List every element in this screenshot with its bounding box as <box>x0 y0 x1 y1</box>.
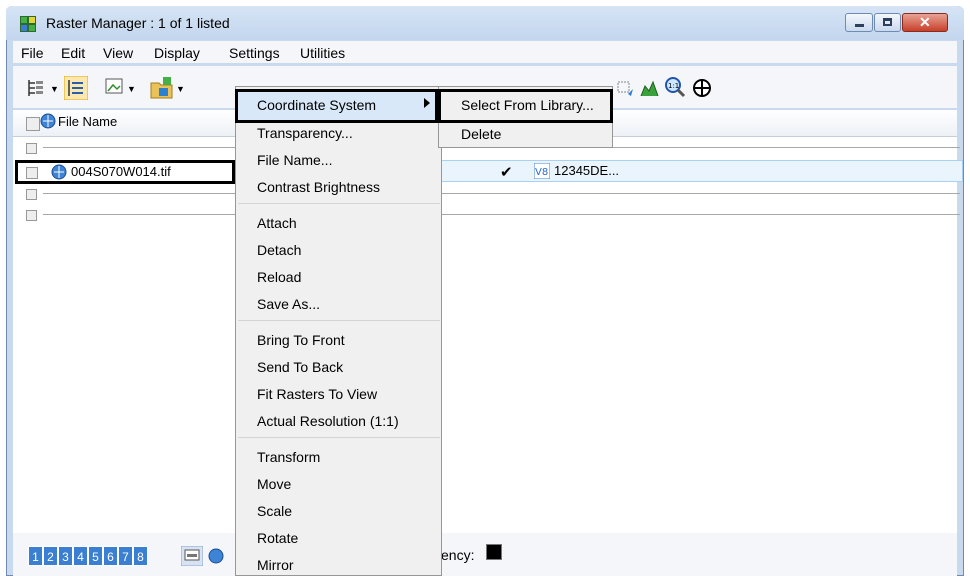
menu-item-attach[interactable]: Attach <box>257 215 297 231</box>
menu-item-transparency[interactable]: Transparency... <box>257 125 353 141</box>
svg-text:V8: V8 <box>535 167 548 178</box>
row-divider <box>43 193 238 194</box>
menu-item-reload[interactable]: Reload <box>257 269 301 285</box>
menu-utilities[interactable]: Utilities <box>300 45 345 61</box>
window-title: Raster Manager : 1 of 1 listed <box>46 15 230 31</box>
check-icon: ✔ <box>500 164 513 181</box>
view-7-button[interactable]: 7 <box>118 546 133 566</box>
maximize-icon <box>883 18 892 26</box>
coordinate-system-icon: V8 <box>534 163 550 179</box>
maximize-button[interactable] <box>874 13 901 32</box>
menu-item-transform[interactable]: Transform <box>257 449 320 465</box>
row-divider <box>43 147 238 148</box>
close-button[interactable]: ✕ <box>902 13 948 32</box>
transparency-color-swatch[interactable] <box>486 544 502 560</box>
menu-item-save-as[interactable]: Save As... <box>257 296 320 312</box>
zoom-1-1-icon[interactable]: 1:1 <box>664 76 686 98</box>
menu-item-move[interactable]: Move <box>257 476 291 492</box>
chevron-down-icon[interactable]: ▼ <box>50 84 59 94</box>
menu-item-actual-resolution[interactable]: Actual Resolution (1:1) <box>257 413 399 429</box>
menu-item-delete[interactable]: Delete <box>461 126 501 142</box>
menu-item-detach[interactable]: Detach <box>257 242 301 258</box>
raster-file-icon <box>51 164 67 180</box>
row-divider <box>43 214 238 215</box>
list-view-icon[interactable] <box>64 76 88 100</box>
chevron-down-icon[interactable]: ▼ <box>176 84 185 94</box>
attach-folder-icon[interactable] <box>150 76 174 100</box>
close-icon: ✕ <box>919 14 931 30</box>
file-name-column-header[interactable]: File Name <box>58 114 117 129</box>
menu-item-file-name[interactable]: File Name... <box>257 152 332 168</box>
view-1-button[interactable]: 1 <box>28 546 43 566</box>
menu-settings[interactable]: Settings <box>229 45 280 61</box>
menu-item-mirror[interactable]: Mirror <box>257 557 294 573</box>
row-divider <box>440 193 960 194</box>
menu-display[interactable]: Display <box>154 45 200 61</box>
globe-icon[interactable] <box>692 78 712 98</box>
menu-edit[interactable]: Edit <box>61 45 85 61</box>
rotate-view-icon[interactable] <box>616 78 636 98</box>
chevron-down-icon[interactable]: ▼ <box>127 84 136 94</box>
raster-manager-icon <box>20 16 36 32</box>
column-icon <box>26 117 40 131</box>
raster-display-icon[interactable] <box>105 77 125 97</box>
row-divider <box>440 214 960 215</box>
submenu-arrow-icon <box>424 98 430 108</box>
menu-separator <box>238 320 440 321</box>
menu-item-contrast-brightness[interactable]: Contrast Brightness <box>257 179 380 195</box>
histogram-icon[interactable] <box>640 78 660 98</box>
menu-separator <box>238 203 440 204</box>
view-3-button[interactable]: 3 <box>58 546 73 566</box>
menu-item-fit-rasters-to-view[interactable]: Fit Rasters To View <box>257 386 377 402</box>
menu-item-bring-to-front[interactable]: Bring To Front <box>257 332 345 348</box>
menu-view[interactable]: View <box>103 45 133 61</box>
coordinate-system-label: Coordinate System <box>257 97 377 113</box>
view-2-button[interactable]: 2 <box>43 546 58 566</box>
tree-view-icon[interactable] <box>26 78 46 98</box>
view-8-button[interactable]: 8 <box>133 546 148 566</box>
menu-item-send-to-back[interactable]: Send To Back <box>257 359 343 375</box>
view-6-button[interactable]: 6 <box>103 546 118 566</box>
row-icon <box>26 167 38 179</box>
svg-text:1:1: 1:1 <box>668 82 679 90</box>
globe-icon[interactable] <box>207 547 225 565</box>
table-row-selected[interactable] <box>438 160 963 182</box>
file-globe-icon <box>40 113 56 129</box>
menu-separator <box>238 437 440 438</box>
bottom-bar <box>13 533 957 576</box>
coordinate-system-name: 12345DE... <box>554 163 620 178</box>
transparency-label: ency: <box>441 547 475 563</box>
row-icon <box>26 189 37 200</box>
row-icon <box>26 143 37 154</box>
view-4-button[interactable]: 4 <box>73 546 88 566</box>
print-icon[interactable] <box>181 546 203 566</box>
menu-item-scale[interactable]: Scale <box>257 503 292 519</box>
row-icon <box>26 210 37 221</box>
view-5-button[interactable]: 5 <box>88 546 103 566</box>
menu-file[interactable]: File <box>21 45 44 61</box>
select-from-library-label: Select From Library... <box>461 97 594 113</box>
minimize-icon <box>855 24 864 27</box>
minimize-button[interactable] <box>845 13 873 32</box>
raster-file-name: 004S070W014.tif <box>71 164 171 179</box>
menu-item-rotate[interactable]: Rotate <box>257 530 298 546</box>
